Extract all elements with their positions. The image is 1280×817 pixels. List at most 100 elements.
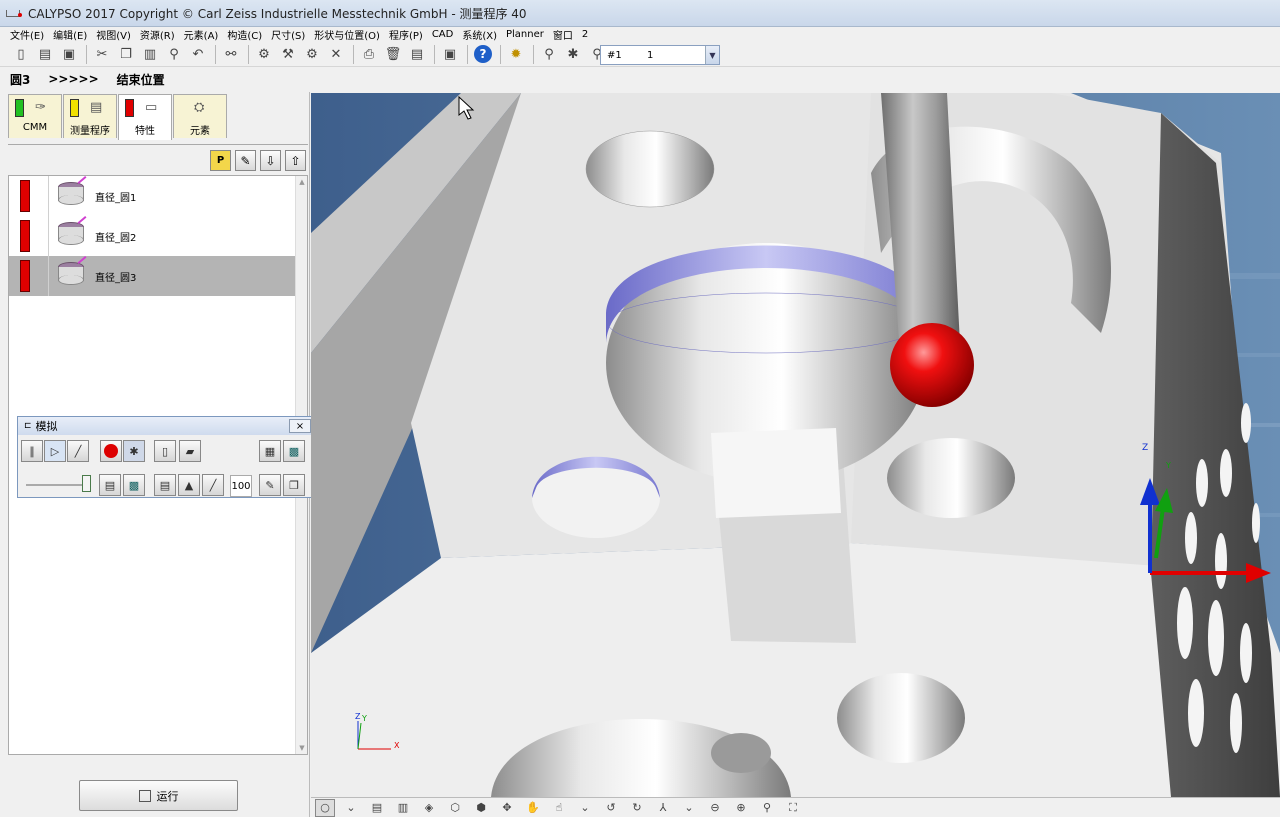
scroll-down-icon[interactable]: ▼	[296, 742, 308, 754]
menu-program[interactable]: 程序(P)	[389, 27, 423, 42]
run-button[interactable]: 运行	[79, 780, 238, 811]
menu-cad[interactable]: CAD	[432, 29, 454, 40]
rotate-right-icon[interactable]: ↻	[627, 799, 647, 817]
path-icon[interactable]: ╱	[202, 474, 224, 496]
menu-construct[interactable]: 构造(C)	[227, 27, 262, 42]
scroll-up-icon[interactable]: ▲	[296, 176, 308, 188]
menu-file[interactable]: 文件(E)	[10, 27, 44, 42]
stylus-combo[interactable]: #1 1 ▼	[600, 45, 720, 65]
cube-view-icon[interactable]: ▦	[259, 440, 281, 462]
step-icon[interactable]: ╱	[67, 440, 89, 462]
eraser-icon[interactable]: ▰	[179, 440, 201, 462]
list-item[interactable]: 直径_圆2	[9, 216, 296, 256]
help-button[interactable]: ?	[472, 44, 494, 65]
tools-icon[interactable]: ⚒	[277, 44, 299, 65]
menu-2[interactable]: 2	[582, 29, 588, 40]
shaded-icon[interactable]: ⬢	[471, 799, 491, 817]
settings-icon[interactable]: ⚙	[253, 44, 275, 65]
arrow-down-icon[interactable]: ⇩	[260, 150, 281, 171]
chevron-down-icon[interactable]: ⌄	[679, 799, 699, 817]
part-view-icon[interactable]: ▩	[123, 474, 145, 496]
status-bar	[20, 220, 30, 252]
document-icon[interactable]: ▯	[154, 440, 176, 462]
open-file-icon[interactable]: ▤	[34, 44, 56, 65]
tab-label: 特性	[135, 126, 155, 137]
print-icon[interactable]: ⎙	[358, 44, 380, 65]
probe-icon[interactable]: ⚲	[163, 44, 185, 65]
fit-view-icon[interactable]: ⛶	[783, 799, 803, 817]
copy-icon[interactable]: ❐	[115, 44, 137, 65]
run-program-icon[interactable]: ▣	[439, 44, 461, 65]
clamp-icon[interactable]: ⚙	[301, 44, 323, 65]
undo-icon[interactable]: ↶	[187, 44, 209, 65]
cube-solid-icon[interactable]: ▩	[283, 440, 305, 462]
simulation-title-bar[interactable]: ⊏ 模拟	[18, 417, 315, 435]
stylus-system-icon[interactable]: ✱	[562, 44, 584, 65]
mini-axis-y-label: Y	[362, 714, 367, 723]
zoom-out-icon[interactable]: ⊖	[705, 799, 725, 817]
save-icon[interactable]: ▣	[58, 44, 80, 65]
cut-icon[interactable]: ✂	[91, 44, 113, 65]
tab-measurement-plan[interactable]: ▤ 测量程序	[63, 94, 117, 138]
tab-features[interactable]: ⛭ 元素	[173, 94, 227, 138]
tab-characteristics[interactable]: ▭ 特性	[118, 94, 172, 140]
wrench-icon[interactable]: ✕	[325, 44, 347, 65]
probe-sim-icon[interactable]: ✱	[123, 440, 145, 462]
run-label: 运行	[156, 789, 179, 803]
list-item-selected[interactable]: 直径_圆3	[9, 256, 296, 296]
view-front-icon[interactable]: ▤	[367, 799, 387, 817]
view-iso-icon[interactable]: ◈	[419, 799, 439, 817]
status-arrows: >>>>>	[48, 72, 99, 86]
panel-tabs: ✑ CMM ▤ 测量程序 ▭ 特性 ⛭ 元素	[8, 94, 228, 140]
machine-view-icon[interactable]: ▤	[99, 474, 121, 496]
paste-icon[interactable]: ▥	[139, 44, 161, 65]
cad-viewport[interactable]: Z Y Z Y X	[311, 93, 1280, 797]
speed-slider-thumb[interactable]	[82, 475, 91, 492]
new-file-icon[interactable]: ▯	[10, 44, 32, 65]
stylus-icon[interactable]: ⚲	[538, 44, 560, 65]
arrow-up-icon[interactable]: ⇧	[285, 150, 306, 171]
zoom-in-icon[interactable]: ⊕	[731, 799, 751, 817]
menu-features[interactable]: 元素(A)	[184, 27, 219, 42]
menu-view[interactable]: 视图(V)	[96, 27, 131, 42]
axis-icon[interactable]: ⅄	[653, 799, 673, 817]
copy-view-icon[interactable]: ❐	[283, 474, 305, 496]
record-button[interactable]	[100, 440, 122, 462]
wireframe-icon[interactable]: ⬡	[445, 799, 465, 817]
pause-icon[interactable]: ∥	[21, 440, 43, 462]
characteristics-list: 直径_圆1 直径_圆2 直径_圆3 ▲ ▼ ⊏ 模拟 × ∥ ▷ ╱ ✱ ▯ ▰…	[8, 175, 316, 755]
status-bar	[20, 180, 30, 212]
close-button[interactable]: ×	[289, 419, 311, 433]
delete-icon[interactable]: 🗑	[382, 44, 404, 65]
tab-cmm[interactable]: ✑ CMM	[8, 94, 62, 138]
menu-system[interactable]: 系统(X)	[462, 27, 497, 42]
p-button[interactable]: P	[210, 150, 231, 171]
rotate-hand-icon[interactable]: ☝	[549, 799, 569, 817]
list-item[interactable]: 直径_圆1	[9, 176, 296, 216]
edit-path-icon[interactable]: ✎	[259, 474, 281, 496]
fixture-icon[interactable]: ▤	[154, 474, 176, 496]
chevron-down-icon[interactable]: ⌄	[341, 799, 361, 817]
select-circle-icon[interactable]: ○	[315, 798, 335, 817]
menu-form-position[interactable]: 形状与位置(O)	[314, 27, 380, 42]
zoom-icon[interactable]: ⚲	[757, 799, 777, 817]
binoculars-icon[interactable]: ⚯	[220, 44, 242, 65]
menu-window[interactable]: 窗口	[553, 27, 573, 42]
chevron-down-icon[interactable]: ⌄	[575, 799, 595, 817]
cone-icon[interactable]: ▲	[178, 474, 200, 496]
menu-resources[interactable]: 资源(R)	[140, 27, 175, 42]
menu-size[interactable]: 尺寸(S)	[271, 27, 305, 42]
speed-slider-track[interactable]	[26, 484, 88, 486]
menu-planner[interactable]: Planner	[506, 29, 544, 40]
play-icon[interactable]: ▷	[44, 440, 66, 462]
gear-icon[interactable]: ✹	[505, 44, 527, 65]
view-side-icon[interactable]: ▥	[393, 799, 413, 817]
chevron-down-icon[interactable]: ▼	[705, 46, 719, 64]
menu-edit[interactable]: 编辑(E)	[53, 27, 87, 42]
edit-pencil-icon[interactable]: ✎	[235, 150, 256, 171]
speed-value[interactable]: 100	[230, 475, 252, 497]
pan-move-icon[interactable]: ✥	[497, 799, 517, 817]
report-icon[interactable]: ▤	[406, 44, 428, 65]
hand-icon[interactable]: ✋	[523, 799, 543, 817]
rotate-left-icon[interactable]: ↺	[601, 799, 621, 817]
